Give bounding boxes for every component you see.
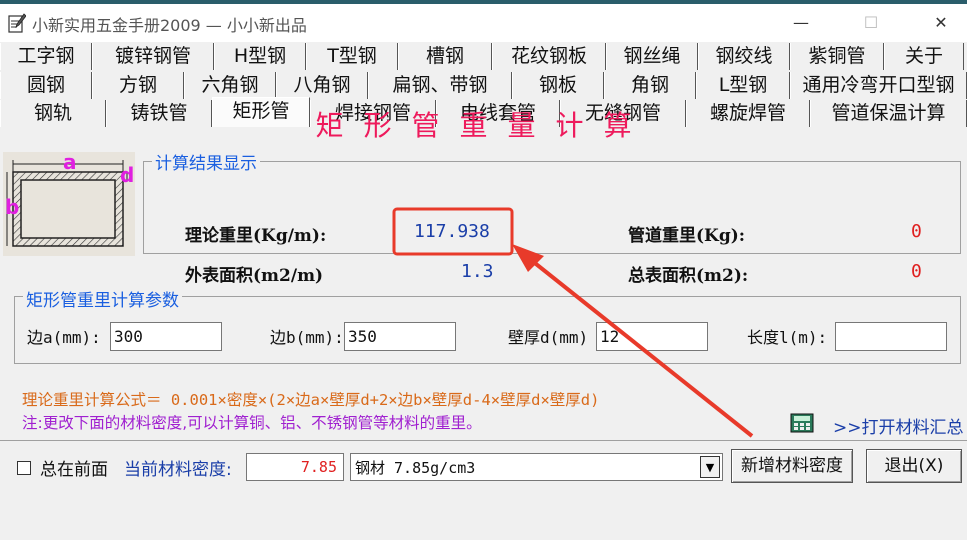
rectangular-tube-diagram: a b d xyxy=(3,152,135,256)
calculator-icon[interactable] xyxy=(790,413,814,433)
theory-weight-label: 理论重里(Kg/m): xyxy=(185,226,327,246)
exit-button[interactable]: 退出(X) xyxy=(866,449,962,483)
theory-weight-value: 117.938 xyxy=(414,221,490,242)
diagram-label-a: a xyxy=(63,152,77,174)
window-title: 小新实用五金手册2009 — 小小新出品 xyxy=(32,16,307,35)
tab-steel-plate[interactable]: 钢板 xyxy=(512,72,604,99)
thickness-label: 壁厚d(mm) xyxy=(508,328,589,347)
diagram-label-d: d xyxy=(120,163,134,187)
side-a-label: 边a(mm): xyxy=(27,328,101,347)
surface-area-value: 1.3 xyxy=(461,261,494,282)
always-on-top-label[interactable]: 总在前面 xyxy=(40,455,108,480)
tab-galvanized-pipe[interactable]: 镀锌钢管 xyxy=(92,43,214,70)
close-button[interactable]: ✕ xyxy=(918,8,964,38)
formula-text: 理论重里计算公式＝ 0.001×密度×(2×边a×壁厚d+2×边b×壁厚d-4×… xyxy=(22,391,600,409)
side-a-input[interactable] xyxy=(110,322,222,351)
side-b-label: 边b(mm): xyxy=(270,328,344,347)
title-bar[interactable]: 小新实用五金手册2009 — 小小新出品 — ☐ ✕ xyxy=(0,4,967,42)
tab-rectangular-tube[interactable]: 矩形管 xyxy=(212,97,310,127)
total-area-value: 0 xyxy=(911,261,922,282)
always-on-top-checkbox[interactable] xyxy=(17,461,31,475)
density-label: 当前材料密度: xyxy=(124,460,232,480)
tab-checker-plate[interactable]: 花纹钢板 xyxy=(492,43,606,70)
diagram-label-b: b xyxy=(5,195,19,219)
pipe-weight-value: 0 xyxy=(911,221,922,242)
note-text: 注:更改下面的材料密度,可以计算铜、铝、不锈钢管等材料的重里。 xyxy=(22,414,482,432)
tab-t-beam[interactable]: T型钢 xyxy=(306,43,398,70)
tab-row-1: 工字钢 镀锌钢管 H型钢 T型钢 槽钢 花纹钢板 钢丝绳 钢绞线 紫铜管 关于 xyxy=(0,42,967,70)
density-input[interactable] xyxy=(246,453,344,481)
tab-square-bar[interactable]: 方钢 xyxy=(92,72,184,99)
open-material-summary-link[interactable]: >>打开材料汇总 xyxy=(833,413,964,438)
tab-channel[interactable]: 槽钢 xyxy=(398,43,492,70)
tab-h-beam[interactable]: H型钢 xyxy=(214,43,306,70)
pipe-weight-label: 管道重里(Kg): xyxy=(628,226,746,246)
tab-angle[interactable]: 角钢 xyxy=(604,72,696,99)
add-density-button[interactable]: 新增材料密度 xyxy=(731,449,853,483)
tab-wire-rope[interactable]: 钢丝绳 xyxy=(606,43,698,70)
minimize-button[interactable]: — xyxy=(778,8,824,38)
tab-i-beam[interactable]: 工字钢 xyxy=(0,43,92,70)
tab-copper-pipe[interactable]: 紫铜管 xyxy=(790,43,884,70)
material-selected-value: 钢材 7.85g/cm3 xyxy=(355,459,476,477)
tab-strand[interactable]: 钢绞线 xyxy=(698,43,790,70)
length-input[interactable] xyxy=(835,322,947,351)
tab-row-2: 圆钢 方钢 六角钢 八角钢 扁钢、带钢 钢板 角钢 L型钢 通用冷弯开口型钢 xyxy=(0,71,967,99)
tab-about[interactable]: 关于 xyxy=(884,43,964,70)
maximize-button[interactable]: ☐ xyxy=(848,8,894,38)
notepad-icon xyxy=(8,13,26,33)
bottom-divider xyxy=(0,440,967,441)
tab-hex-bar[interactable]: 六角钢 xyxy=(184,72,276,99)
length-label: 长度l(m): xyxy=(747,328,828,347)
page-title: 矩形管重量计算 xyxy=(315,109,652,142)
side-b-input[interactable] xyxy=(344,322,456,351)
tab-round-bar[interactable]: 圆钢 xyxy=(0,72,92,99)
tab-octagon-bar[interactable]: 八角钢 xyxy=(276,72,368,99)
results-group-label: 计算结果显示 xyxy=(152,149,260,174)
surface-area-label: 外表面积(m2/m) xyxy=(185,266,324,286)
tab-l-beam[interactable]: L型钢 xyxy=(696,72,790,99)
thickness-input[interactable] xyxy=(596,322,708,351)
tab-cold-formed[interactable]: 通用冷弯开口型钢 xyxy=(790,72,967,99)
params-group-label: 矩形管重里计算参数 xyxy=(23,286,182,311)
material-select[interactable]: 钢材 7.85g/cm3 ▼ xyxy=(350,453,723,481)
total-area-label: 总表面积(m2): xyxy=(628,266,749,286)
tab-flat-strip[interactable]: 扁钢、带钢 xyxy=(368,72,512,99)
dropdown-arrow-icon[interactable]: ▼ xyxy=(700,456,720,478)
